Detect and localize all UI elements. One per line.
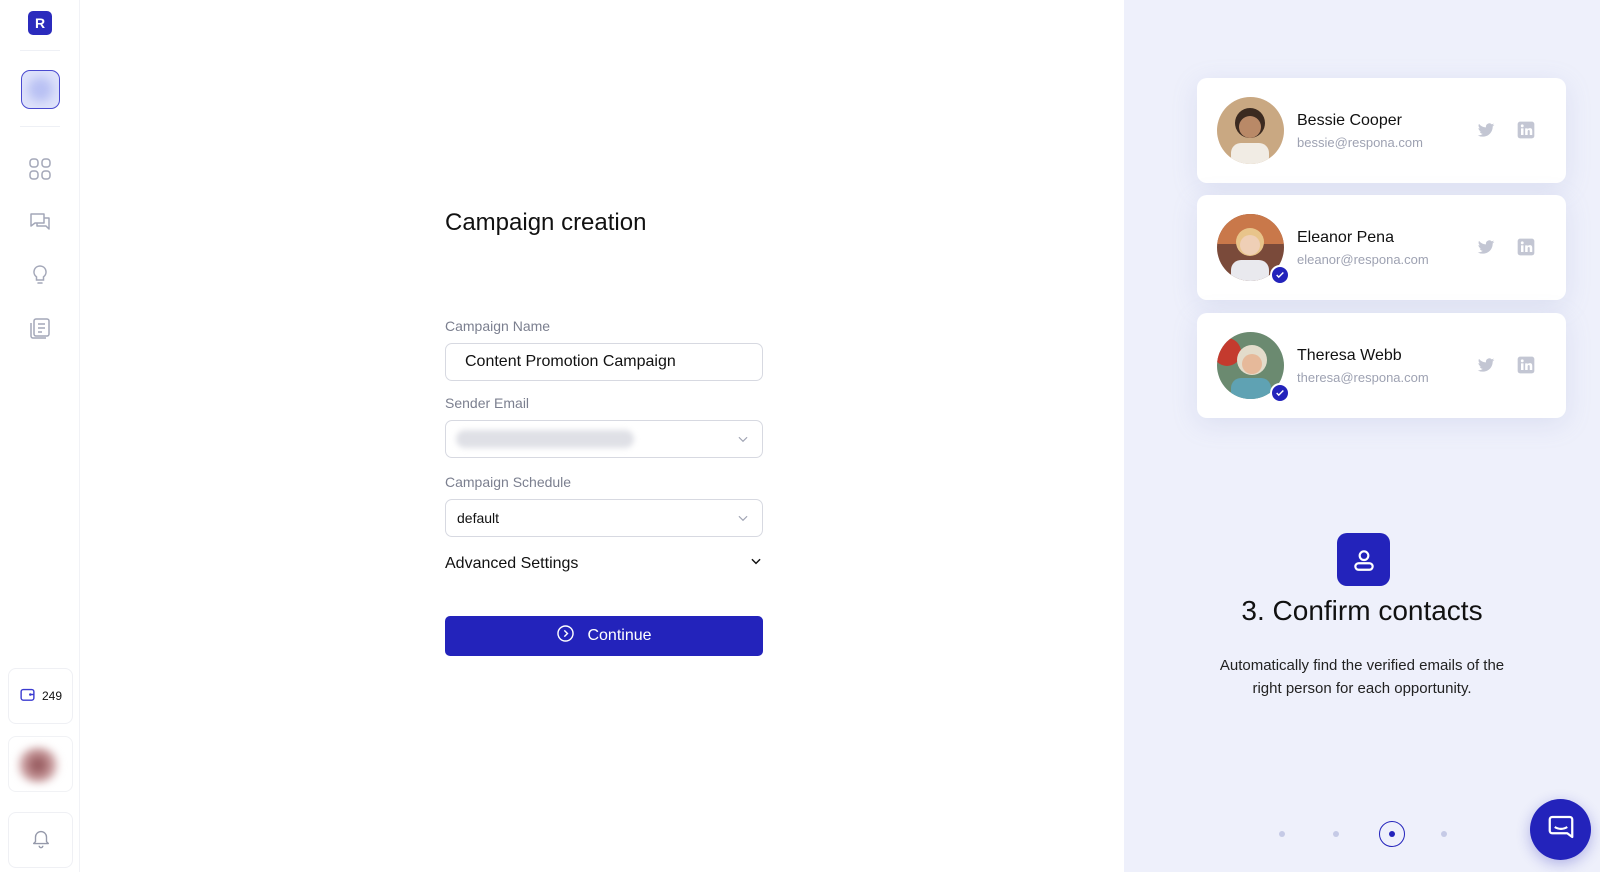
twitter-icon[interactable]: [1475, 355, 1497, 380]
verified-check-icon: [1270, 265, 1290, 285]
arrow-circle-right-icon: [556, 624, 575, 648]
campaign-name-value: Content Promotion Campaign: [465, 353, 676, 370]
chevron-down-icon: [736, 432, 750, 451]
contact-name: Bessie Cooper: [1297, 112, 1402, 129]
chevron-down-icon: [749, 554, 763, 573]
contact-card: Bessie Cooper bessie@respona.com: [1197, 78, 1566, 183]
pagination-dot[interactable]: [1441, 831, 1447, 837]
notifications-button[interactable]: [8, 812, 73, 868]
step-description: Automatically find the verified emails o…: [1219, 657, 1505, 697]
lightbulb-icon[interactable]: [27, 262, 53, 288]
campaign-name-label: Campaign Name: [445, 318, 551, 334]
campaign-name-input[interactable]: Content Promotion Campaign: [445, 343, 763, 381]
dashboard-grid-icon[interactable]: [27, 156, 53, 182]
contact-email: eleanor@respona.com: [1297, 252, 1429, 267]
app-logo[interactable]: R: [28, 11, 52, 35]
advanced-settings-label: Advanced Settings: [445, 554, 579, 572]
inbox-chat-icon[interactable]: [27, 209, 53, 235]
continue-button[interactable]: Continue: [445, 616, 763, 656]
campaign-schedule-value: default: [457, 510, 500, 526]
twitter-icon[interactable]: [1475, 120, 1497, 145]
sender-email-value: [456, 430, 634, 448]
sidebar-divider: [20, 126, 60, 127]
bell-icon: [30, 827, 52, 854]
pagination-dot-active[interactable]: [1379, 821, 1405, 847]
chevron-down-icon: [736, 511, 750, 530]
sidebar: R 249: [0, 0, 80, 872]
continue-label: Continue: [587, 627, 652, 644]
page-title: Campaign creation: [445, 209, 647, 236]
contact-name: Theresa Webb: [1297, 347, 1402, 364]
verified-check-icon: [1270, 383, 1290, 403]
linkedin-icon[interactable]: [1516, 237, 1536, 262]
workspace-avatar[interactable]: [21, 70, 60, 109]
campaign-schedule-label: Campaign Schedule: [445, 474, 572, 490]
credits-counter[interactable]: 249: [8, 668, 73, 724]
pagination-dot[interactable]: [1279, 831, 1285, 837]
sender-email-select[interactable]: [445, 420, 763, 458]
contact-email: bessie@respona.com: [1297, 135, 1423, 150]
contact-card: Theresa Webb theresa@respona.com: [1197, 313, 1566, 418]
articles-list-icon[interactable]: [27, 315, 53, 341]
pagination-dot[interactable]: [1333, 831, 1339, 837]
credits-value: 249: [41, 689, 63, 703]
contact-photo: [1217, 97, 1284, 164]
onboarding-panel: Bessie Cooper bessie@respona.com Eleanor…: [1124, 0, 1600, 872]
advanced-settings-toggle[interactable]: Advanced Settings: [445, 554, 763, 573]
contact-name: Eleanor Pena: [1297, 229, 1394, 246]
chat-bubble-icon: [1546, 812, 1576, 847]
contact-email: theresa@respona.com: [1297, 370, 1429, 385]
sidebar-divider: [20, 50, 60, 51]
contact-card: Eleanor Pena eleanor@respona.com: [1197, 195, 1566, 300]
sender-email-label: Sender Email: [445, 395, 530, 411]
linkedin-icon[interactable]: [1516, 120, 1536, 145]
campaign-schedule-select[interactable]: default: [445, 499, 763, 537]
wallet-icon: [19, 686, 36, 706]
linkedin-icon[interactable]: [1516, 355, 1536, 380]
support-chat-button[interactable]: [1530, 799, 1591, 860]
twitter-icon[interactable]: [1475, 237, 1497, 262]
step-title: 3. Confirm contacts: [1241, 595, 1483, 626]
user-avatar[interactable]: [8, 736, 73, 792]
contact-person-icon: [1337, 533, 1390, 586]
